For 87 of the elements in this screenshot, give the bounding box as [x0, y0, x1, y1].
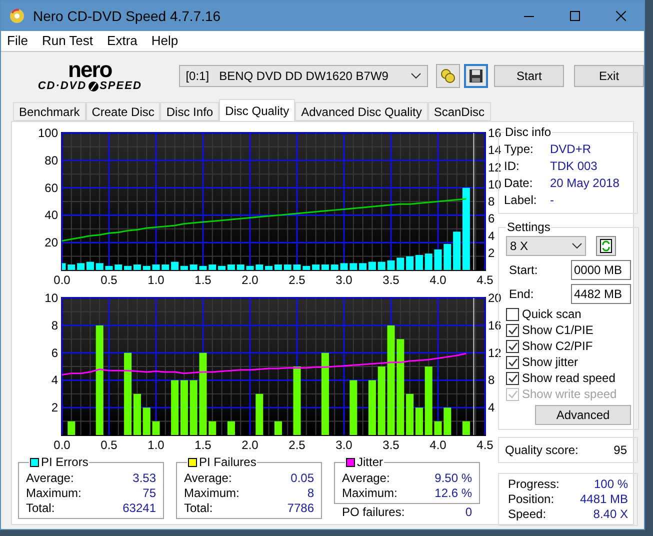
axis-label: 2.5 [288, 273, 306, 287]
progress-value: 100 % [594, 477, 628, 492]
stat-value: 12.6 % [434, 486, 472, 501]
stat-value: 7786 [287, 501, 314, 516]
axis-label: 2.5 [288, 438, 306, 452]
axis-label: 2 [51, 400, 58, 415]
stat-label: Maximum: [184, 486, 240, 501]
progress-label: Position: [508, 492, 554, 507]
panel-title: Jitter [357, 454, 384, 471]
progress-value: 4481 MB [580, 492, 628, 507]
axis-label: 4.0 [430, 273, 446, 287]
axis-label: 0.0 [54, 438, 70, 452]
panel-title: PI Errors [41, 454, 88, 471]
panel-title: Settings [506, 219, 552, 236]
field-label: End: [509, 286, 534, 303]
info-label: Date: [504, 175, 534, 192]
stat-value: 8 [307, 486, 314, 501]
axis-label: 1.5 [194, 438, 212, 452]
panel-title: PI Failures [199, 454, 256, 471]
axis-label: 3.5 [382, 273, 400, 287]
stat-value: 75 [142, 486, 156, 501]
axis-label: 1.0 [148, 438, 164, 452]
axis-label: 2 [488, 246, 495, 260]
checkbox-label: Show C1/PIE [522, 322, 594, 339]
logo-text: nero [68, 59, 112, 81]
stat-label: Total: [184, 501, 213, 516]
axis-label: 40 [44, 208, 58, 222]
axis-label: 8 [488, 194, 495, 208]
axis-label: 6 [488, 212, 495, 226]
stat-value: 63241 [122, 501, 156, 516]
quality-value: 95 [614, 442, 627, 459]
axis-label: 2.0 [242, 438, 258, 452]
axis-label: 6 [51, 346, 58, 360]
axis-label: 60 [44, 180, 58, 195]
info-label: Label: [504, 192, 538, 209]
checkbox-label: Quick scan [522, 306, 582, 323]
stat-label: PO failures: [342, 504, 405, 520]
axis-label: 80 [44, 153, 58, 168]
info-value: 20 May 2018 [550, 175, 620, 192]
axis-label: 4.5 [476, 438, 494, 452]
stat-value: 0 [465, 504, 472, 520]
info-label: Type: [504, 141, 534, 158]
axis-label: 3.0 [336, 273, 352, 287]
axis-label: 2.0 [242, 273, 258, 287]
axis-label: 3.0 [336, 438, 352, 452]
axis-label: 3.5 [382, 438, 400, 452]
info-value: TDK 003 [550, 158, 598, 175]
progress-label: Progress: [508, 477, 560, 492]
checkbox-label: Show C2/PIF [522, 338, 593, 355]
info-value: - [550, 192, 554, 209]
axis-label: 8 [51, 318, 58, 332]
checkbox-label: Show write speed [522, 386, 617, 403]
progress-label: Speed: [508, 507, 546, 522]
progress-value: 8.40 X [593, 507, 628, 522]
axis-label: 1.0 [148, 273, 164, 287]
stat-label: Average: [342, 471, 390, 486]
axis-label: 4 [488, 228, 495, 243]
stat-value: 0.05 [290, 471, 314, 486]
axis-label: 8 [488, 373, 495, 388]
stat-label: Maximum: [342, 486, 398, 501]
axis-label: 1.5 [194, 273, 212, 287]
stat-label: Total: [26, 501, 55, 516]
panel-title: Disc info [504, 124, 552, 141]
stat-label: Maximum: [26, 486, 82, 501]
info-label: ID: [504, 158, 520, 175]
logo-text: CD·DVD [38, 81, 87, 92]
axis-label: 4 [488, 400, 495, 415]
axis-label: 0.0 [54, 273, 70, 287]
stat-label: Average: [26, 471, 74, 486]
axis-label: 4.0 [430, 438, 446, 452]
quality-label: Quality score: [505, 442, 578, 459]
checkbox-label: Show read speed [522, 370, 616, 387]
axis-label: 100 [38, 126, 58, 140]
axis-label: 10 [44, 291, 58, 305]
stat-value: 9.50 % [434, 471, 472, 486]
info-value: DVD+R [550, 141, 592, 158]
stat-value: 3.53 [132, 471, 156, 486]
window-title: Nero CD-DVD Speed 4.7.7.16 [33, 6, 221, 26]
stat-label: Average: [184, 471, 232, 486]
checkbox-label: Show jitter [522, 354, 578, 371]
axis-label: 0.5 [100, 273, 118, 287]
axis-label: 20 [44, 236, 58, 250]
field-label: Start: [509, 262, 538, 279]
axis-label: 0.5 [100, 438, 118, 452]
logo-text: SPEED [100, 81, 142, 92]
axis-label: 4 [51, 373, 58, 388]
axis-label: 4.5 [476, 273, 494, 287]
